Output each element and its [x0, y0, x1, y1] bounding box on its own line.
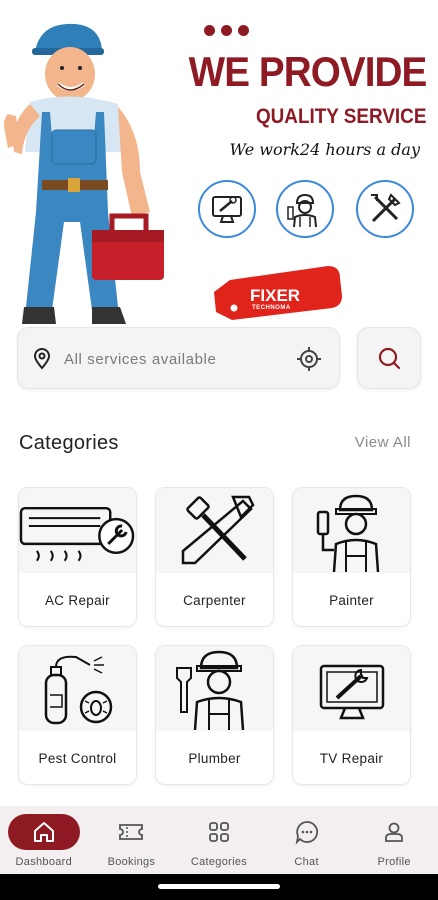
search-bar[interactable] — [17, 327, 340, 389]
plumber-icon — [175, 650, 244, 730]
nav-item-categories[interactable]: Categories — [179, 814, 259, 868]
home-gesture-handle[interactable] — [158, 884, 280, 889]
category-card-tv-repair[interactable]: TV Repair — [292, 645, 411, 785]
categories-heading: Categories — [19, 432, 119, 454]
category-card-pest-control[interactable]: Pest Control — [18, 645, 137, 785]
painter-icon — [316, 494, 379, 572]
nav-label: Dashboard — [15, 856, 73, 868]
chat-icon — [295, 821, 318, 845]
nav-label: Bookings — [107, 856, 156, 868]
category-card-carpenter[interactable]: Carpenter — [155, 487, 274, 627]
tag-subtitle: TECHNOMA — [252, 305, 291, 311]
search-input[interactable] — [64, 346, 294, 372]
monitor-repair-icon — [198, 180, 256, 238]
current-location-icon[interactable] — [296, 346, 322, 372]
category-card-ac-repair[interactable]: AC Repair — [18, 487, 137, 627]
bottom-navigation: Dashboard Bookings Categories Chat Profi… — [0, 806, 438, 874]
tools-icon — [356, 180, 414, 238]
nav-item-profile[interactable]: Profile — [354, 814, 434, 868]
category-card-plumber[interactable]: Plumber — [155, 645, 274, 785]
system-navigation-bar — [0, 874, 438, 900]
category-label: Pest Control — [38, 751, 117, 766]
view-all-link[interactable]: View All — [355, 434, 411, 451]
category-card-painter[interactable]: Painter — [292, 487, 411, 627]
nav-item-chat[interactable]: Chat — [267, 814, 347, 868]
search-icon — [378, 347, 401, 370]
tag-title: FIXER — [250, 286, 301, 305]
nav-label: Chat — [294, 856, 319, 868]
home-icon — [33, 822, 54, 842]
ac-repair-icon — [19, 506, 135, 561]
tv-repair-icon — [319, 664, 384, 719]
banner-subhead: QUALITY SERVICE — [255, 105, 426, 128]
category-label: Carpenter — [183, 593, 246, 608]
nav-item-bookings[interactable]: Bookings — [91, 814, 171, 868]
handyman-mascot-illustration — [4, 23, 164, 324]
category-label: AC Repair — [45, 593, 110, 608]
ticket-icon — [119, 824, 144, 840]
nav-label: Categories — [190, 856, 248, 868]
banner-headline: WE PROVIDE — [188, 48, 427, 95]
category-label: TV Repair — [319, 751, 384, 766]
worker-icon — [276, 180, 334, 238]
category-grid: AC Repair Carpenter Painter Pest Control… — [18, 487, 412, 785]
fixer-brand-tag: FIXER TECHNOMA — [210, 262, 342, 320]
promo-banner[interactable]: WE PROVIDE QUALITY SERVICE We work24 hou… — [0, 0, 438, 330]
carpenter-icon — [181, 495, 255, 564]
pest-control-icon — [44, 655, 112, 724]
banner-tagline: We work24 hours a day — [229, 140, 420, 159]
category-label: Plumber — [188, 751, 241, 766]
search-button[interactable] — [357, 327, 421, 389]
grid-icon — [209, 822, 229, 842]
user-icon — [385, 822, 404, 842]
nav-item-dashboard[interactable]: Dashboard — [4, 814, 84, 868]
category-label: Painter — [329, 593, 374, 608]
decorative-dots — [204, 25, 249, 36]
location-pin-icon — [33, 348, 51, 370]
nav-label: Profile — [377, 856, 411, 868]
